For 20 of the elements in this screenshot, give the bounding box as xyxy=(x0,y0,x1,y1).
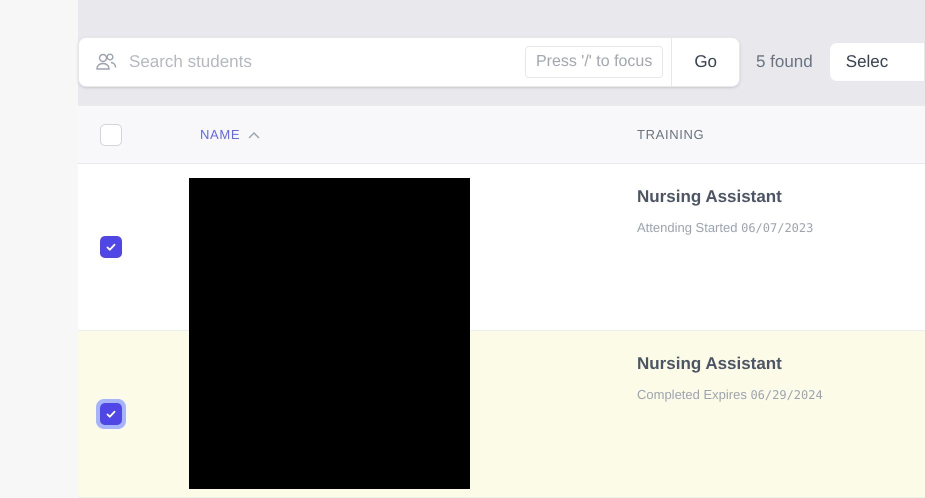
training-name: Nursing Assistant xyxy=(637,186,783,208)
shortcut-hint: Press '/' to focus xyxy=(524,46,664,78)
table-row[interactable]: Nursing Assistant Attending Started 06/07/2023 xyxy=(78,164,925,331)
table-row[interactable]: Nursing Assistant Completed Expires 06/29/2024 xyxy=(78,331,925,498)
select-button[interactable]: Selec xyxy=(828,42,925,82)
search-placeholder: Search students xyxy=(129,51,253,74)
check-icon xyxy=(105,408,117,420)
checkbox[interactable] xyxy=(100,124,122,146)
column-header[interactable]: NAME xyxy=(200,124,240,144)
checkbox[interactable] xyxy=(100,236,122,258)
chevron-up-icon xyxy=(248,130,260,139)
search-field[interactable]: Search students Press '/' to focus Go xyxy=(78,37,740,88)
training-status: Completed Expires 06/29/2024 xyxy=(637,386,823,404)
result-count: 5 found xyxy=(756,51,813,74)
check-icon xyxy=(105,241,117,253)
training-status: Attending Started 06/07/2023 xyxy=(637,218,814,237)
users-icon xyxy=(95,52,117,72)
go-button[interactable]: Go xyxy=(671,38,739,86)
training-name: Nursing Assistant xyxy=(637,353,783,375)
column-header[interactable]: TRAINING xyxy=(637,124,704,144)
